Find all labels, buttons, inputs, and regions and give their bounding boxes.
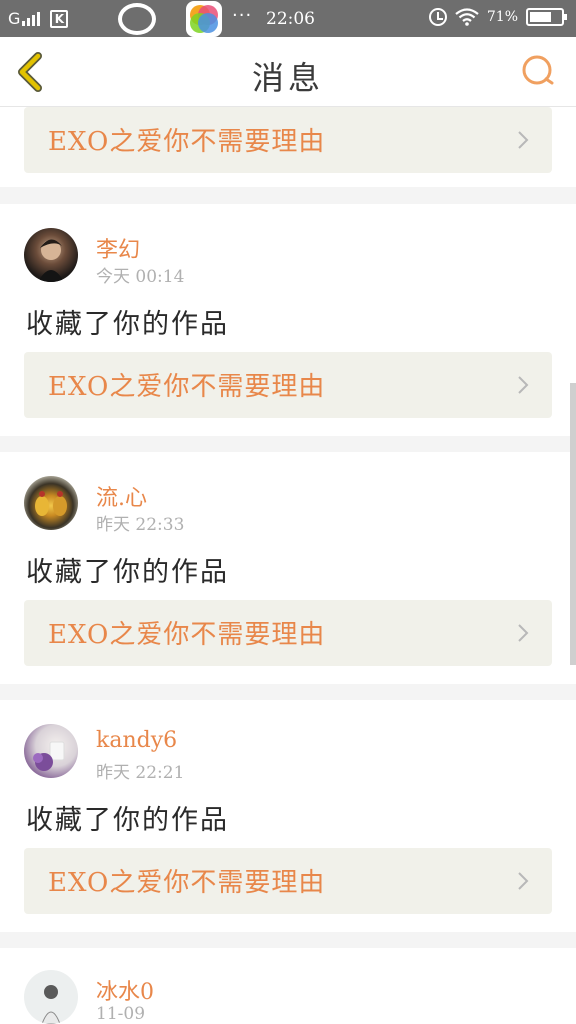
- avatar[interactable]: [24, 476, 78, 530]
- username[interactable]: kandy6: [96, 728, 177, 753]
- timestamp: 11-09: [96, 1004, 146, 1024]
- chevron-right-icon: [518, 376, 529, 394]
- alarm-icon: [428, 8, 447, 26]
- clock: 22:06: [266, 9, 315, 29]
- timestamp: 昨天 22:33: [96, 515, 185, 535]
- action-text: 收藏了你的作品: [26, 309, 229, 340]
- avatar[interactable]: [24, 724, 78, 778]
- work-title: EXO之爱你不需要理由: [48, 868, 326, 898]
- work-title: EXO之爱你不需要理由: [48, 127, 326, 157]
- page-title: 消息: [251, 59, 324, 97]
- message-card: 冰水0 11-09: [0, 948, 576, 1024]
- signal-area: G K: [8, 9, 69, 28]
- circle-app-icon: [118, 3, 156, 35]
- message-card: 流.心 昨天 22:33 收藏了你的作品 EXO之爱你不需要理由: [0, 452, 576, 684]
- username[interactable]: 李幻: [96, 232, 140, 264]
- chevron-right-icon: [518, 624, 529, 642]
- scrollbar[interactable]: [570, 383, 576, 665]
- more-notifications-icon: ···: [232, 5, 253, 26]
- chevron-right-icon: [518, 872, 529, 890]
- message-list[interactable]: EXO之爱你不需要理由 李幻 今天 00:14 收藏了你的作品 EXO之爱你不需…: [0, 107, 576, 1024]
- nav-bar: 消息: [0, 37, 576, 107]
- carrier-label: G: [8, 9, 21, 28]
- status-right: 71%: [428, 8, 567, 26]
- message-card: EXO之爱你不需要理由: [0, 107, 576, 187]
- action-text: 收藏了你的作品: [26, 557, 229, 588]
- username[interactable]: 流.心: [96, 480, 147, 512]
- work-link[interactable]: EXO之爱你不需要理由: [24, 600, 552, 666]
- work-link[interactable]: EXO之爱你不需要理由: [24, 107, 552, 173]
- work-link[interactable]: EXO之爱你不需要理由: [24, 848, 552, 914]
- signal-icon: [22, 11, 41, 26]
- timestamp: 今天 00:14: [96, 267, 185, 287]
- work-title: EXO之爱你不需要理由: [48, 620, 326, 650]
- battery-percent: 71%: [486, 9, 518, 25]
- battery-fill: [530, 12, 552, 22]
- message-card: kandy6 昨天 22:21 收藏了你的作品 EXO之爱你不需要理由: [0, 700, 576, 932]
- work-link[interactable]: EXO之爱你不需要理由: [24, 352, 552, 418]
- wifi-icon: [455, 8, 479, 26]
- avatar[interactable]: [24, 228, 78, 282]
- avatar[interactable]: [24, 970, 78, 1024]
- chevron-right-icon: [518, 131, 529, 149]
- status-bar: G K ··· 22:06 71%: [0, 0, 576, 37]
- timestamp: 昨天 22:21: [96, 763, 185, 783]
- colorful-app-icon: [186, 1, 222, 37]
- battery-icon: [526, 8, 567, 26]
- k-app-icon: K: [50, 9, 69, 28]
- action-text: 收藏了你的作品: [26, 805, 229, 836]
- username[interactable]: 冰水0: [96, 974, 154, 1006]
- work-title: EXO之爱你不需要理由: [48, 372, 326, 402]
- search-icon[interactable]: [520, 53, 556, 89]
- message-card: 李幻 今天 00:14 收藏了你的作品 EXO之爱你不需要理由: [0, 204, 576, 436]
